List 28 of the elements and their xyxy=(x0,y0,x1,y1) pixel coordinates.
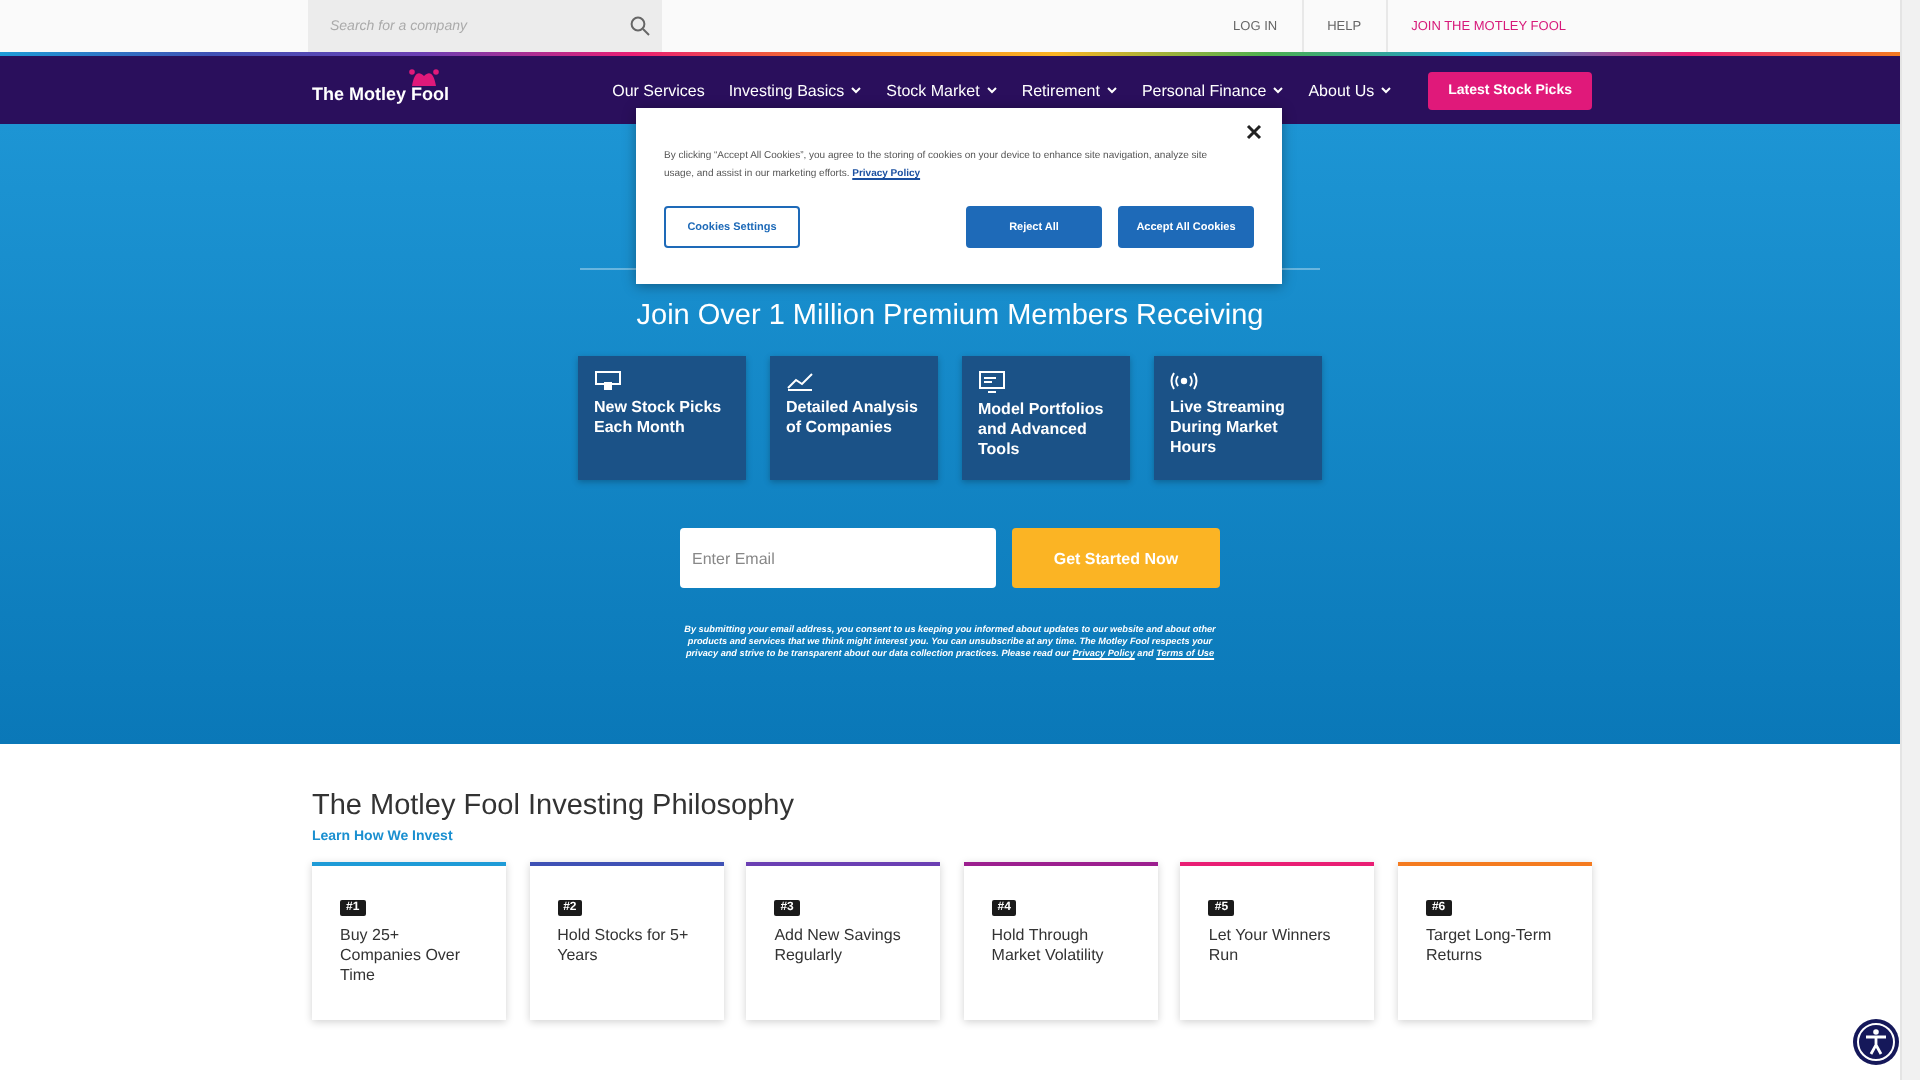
chart-icon xyxy=(786,370,814,392)
nav-item[interactable]: About Us xyxy=(1308,81,1393,99)
card-text: Hold Through Market Volatility xyxy=(991,926,1106,966)
nav-item[interactable]: Investing Basics xyxy=(728,81,863,99)
card-text: Let Your Winners Run xyxy=(1208,926,1333,966)
screen-icon xyxy=(978,370,1006,394)
feature-label: Live Streaming During Market Hours xyxy=(1170,398,1287,458)
email-field[interactable]: Enter Email xyxy=(680,528,996,588)
search-icon[interactable] xyxy=(630,16,650,36)
nav-item[interactable]: Personal Finance xyxy=(1141,81,1285,99)
card-text: Hold Stocks for 5+ Years xyxy=(557,926,691,966)
card-text: Buy 25+ Companies Over Time xyxy=(340,926,463,986)
hero-headline: Join Over 1 Million Premium Members Receiving xyxy=(636,300,1264,332)
nav-item[interactable]: Stock Market xyxy=(886,81,998,99)
card-text: Add New Savings Regularly xyxy=(774,926,903,966)
jester-hat-icon xyxy=(408,66,440,90)
monitor-icon xyxy=(594,370,622,392)
feature-label: New Stock Picks Each Month xyxy=(594,398,724,438)
accessibility-icon[interactable] xyxy=(1852,1018,1900,1066)
nav-item[interactable]: Retirement xyxy=(1021,81,1118,99)
feature-label: Model Portfolios and Advanced Tools xyxy=(978,400,1106,460)
nav-item[interactable]: Our Services xyxy=(612,81,705,99)
section-title: The Motley Fool Investing Philosophy xyxy=(312,790,796,822)
broadcast-icon xyxy=(1170,370,1198,392)
logo-text[interactable]: The Motley Fool xyxy=(312,84,449,104)
feature-label: Detailed Analysis of Companies xyxy=(786,398,920,438)
close-icon[interactable] xyxy=(1246,124,1262,140)
card-text: Target Long-Term Returns xyxy=(1425,926,1554,966)
